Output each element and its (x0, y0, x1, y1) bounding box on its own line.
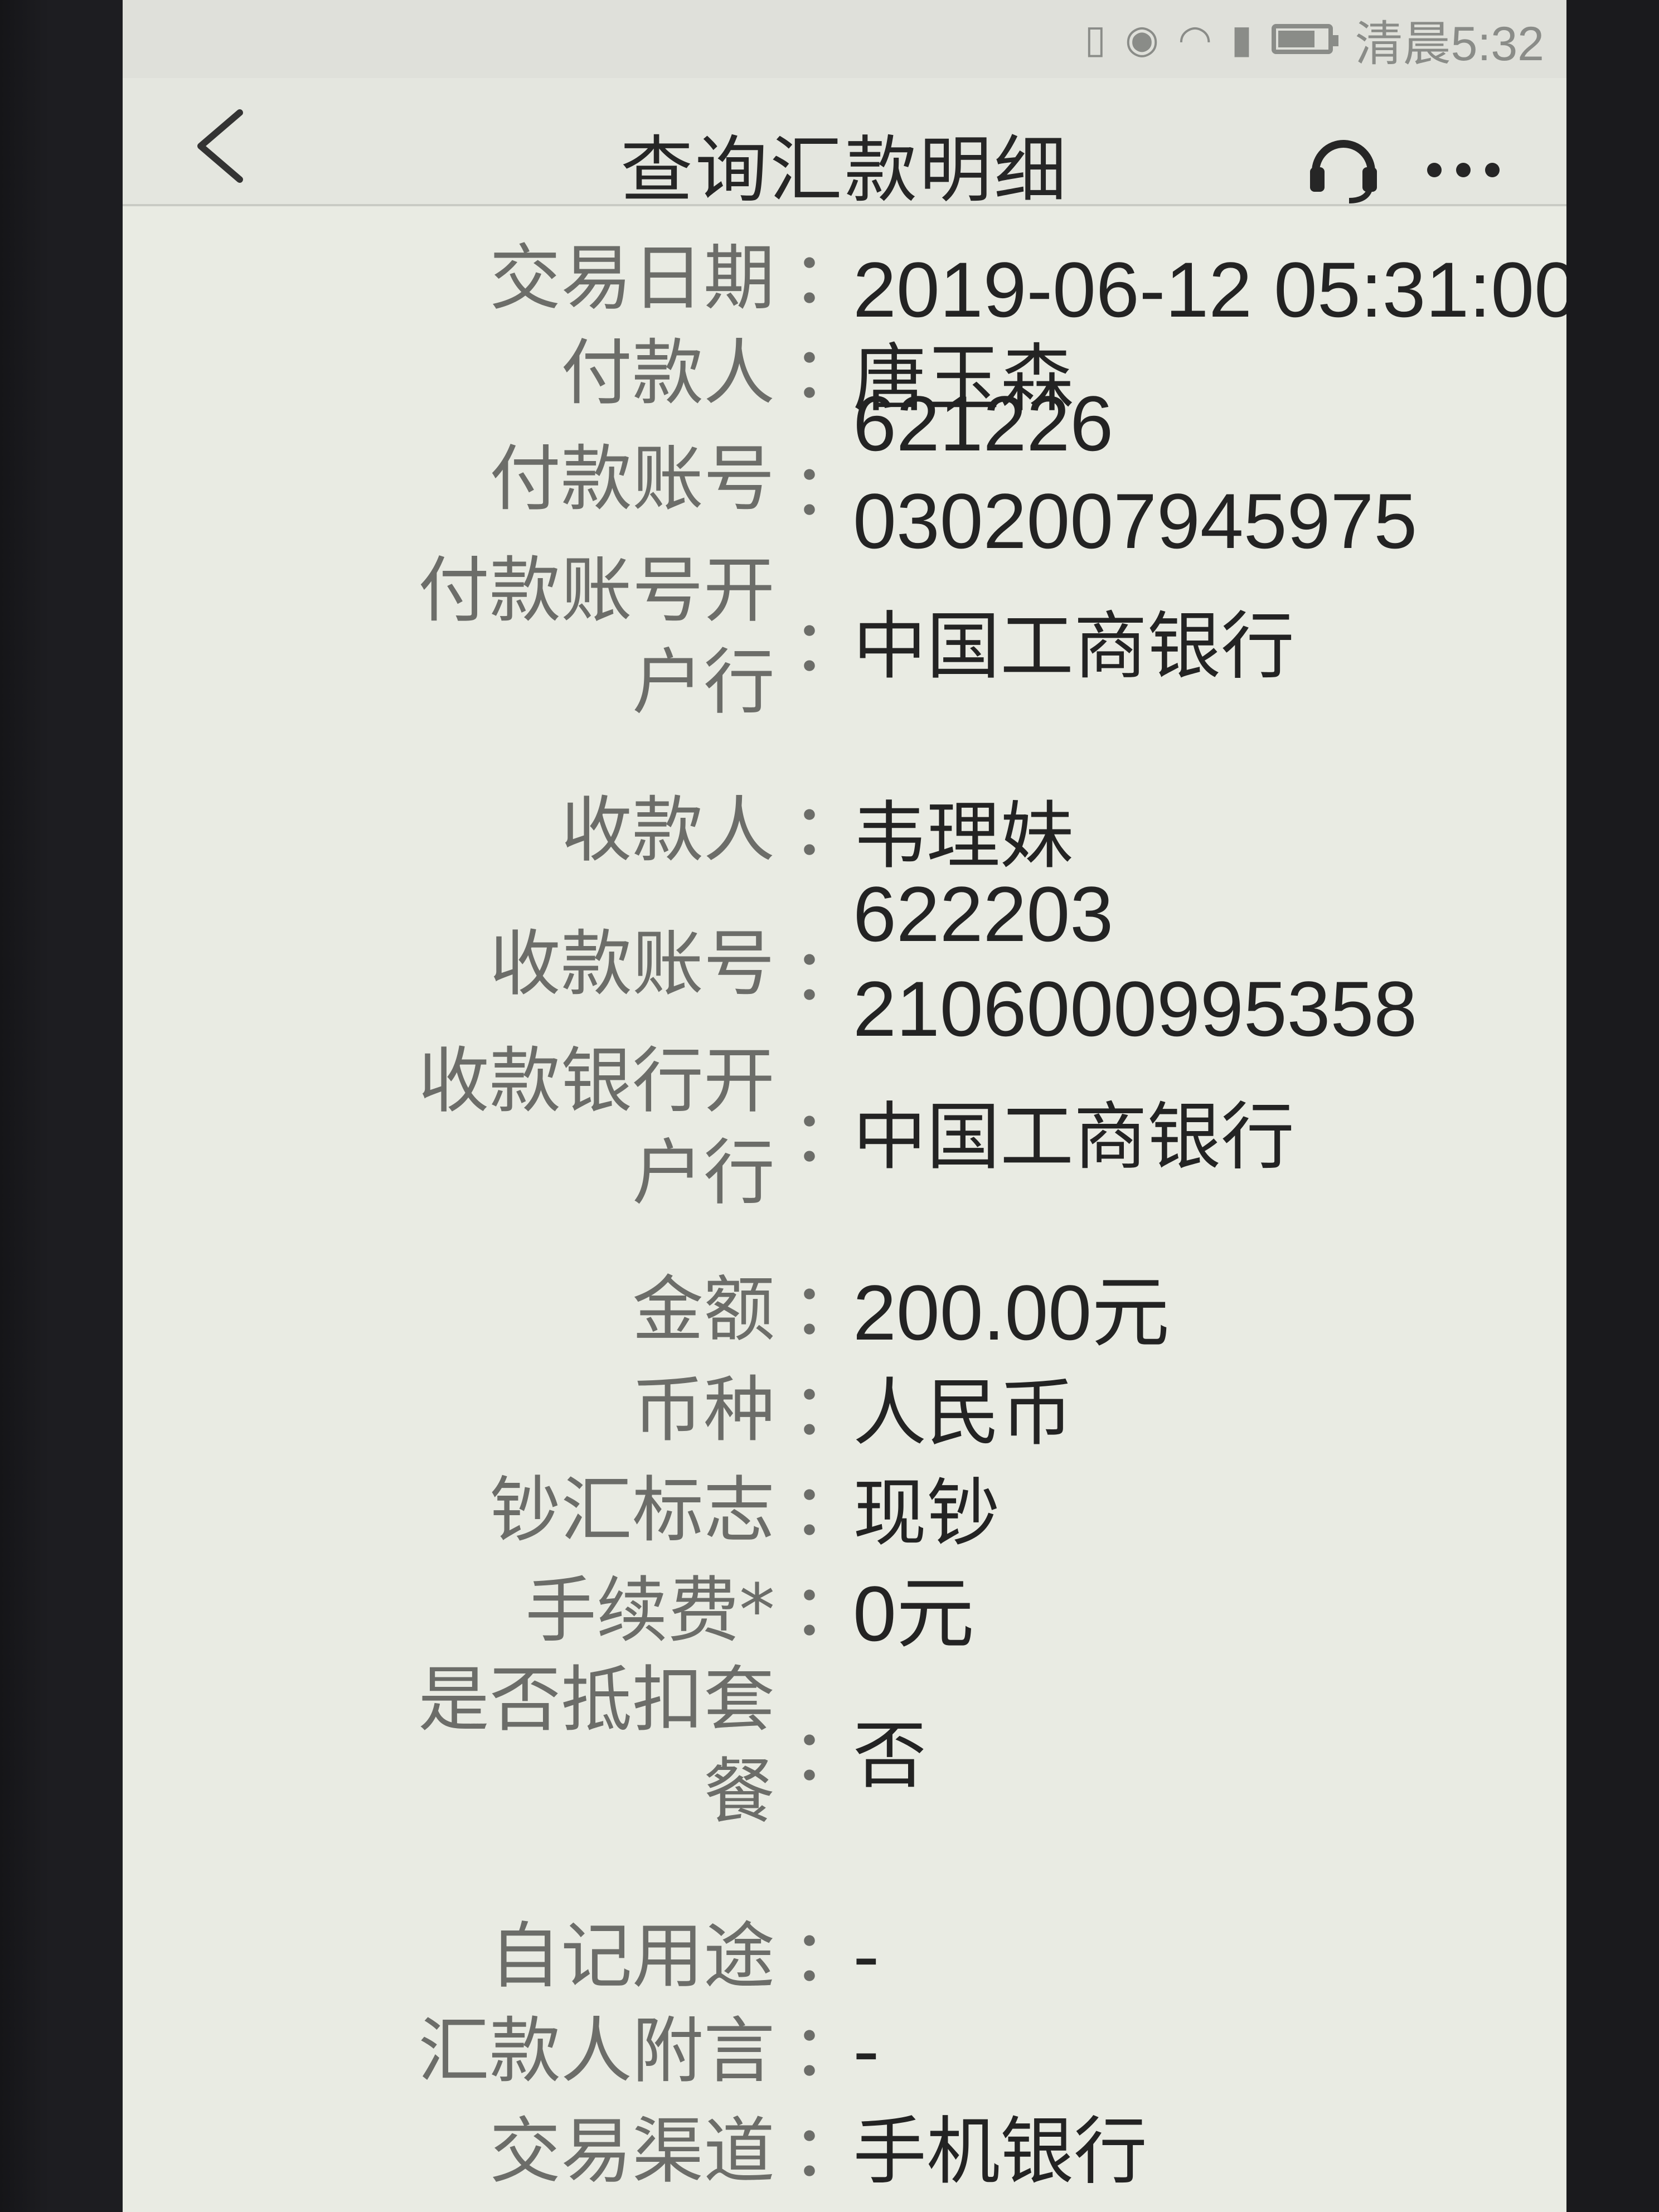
detail-value: - (853, 1914, 880, 2000)
separator: ： (792, 449, 864, 532)
status-bar: ▯ ◉ ◠ ▮ 清晨5:32 (123, 0, 1566, 78)
detail-value: 2019-06-12 05:31:00 (853, 246, 1566, 333)
detail-label: 交易渠道 (489, 2110, 775, 2193)
detail-label-line1: 是否抵扣套 (418, 1658, 775, 1742)
eye-icon: ◉ (1124, 16, 1159, 62)
detail-label: 钞汇标志 (489, 1469, 775, 1552)
separator: ： (792, 1268, 864, 1351)
detail-value-line1: 622203 (853, 870, 1114, 958)
separator: ： (792, 2010, 864, 2093)
detail-label: 汇款人附言 (418, 2010, 775, 2093)
detail-label-line2: 餐 (703, 1750, 775, 1833)
detail-value-line2: 2106000995358 (853, 965, 1418, 1052)
separator: ： (792, 1714, 864, 1797)
separator: ： (792, 1469, 864, 1552)
separator: ： (792, 1569, 864, 1652)
detail-value-line1: 621226 (853, 380, 1114, 467)
detail-value: 人民币 (853, 1370, 1074, 1456)
detail-value: 200.00元 (853, 1269, 1170, 1356)
separator: ： (792, 237, 864, 320)
status-icons: ▯ ◉ ◠ ▮ (1084, 16, 1338, 62)
wifi-icon: ◠ (1177, 16, 1212, 62)
detail-label: 金额 (632, 1268, 775, 1351)
detail-label: 交易日期 (489, 237, 775, 320)
detail-value: 0元 (853, 1570, 974, 1657)
detail-value: 否 (853, 1713, 926, 1799)
detail-value-line2: 0302007945975 (853, 477, 1418, 565)
separator: ： (792, 1095, 864, 1178)
separator: ： (792, 1369, 864, 1452)
detail-value: 现钞 (853, 1471, 1000, 1556)
separator: ： (792, 1915, 864, 1998)
detail-label: 收款账号 (489, 923, 775, 1006)
nav-bar: 查询汇款明细 (123, 78, 1566, 212)
signal-icon: ▮ (1231, 16, 1253, 62)
separator: ： (792, 605, 864, 688)
phone-frame: ▯ ◉ ◠ ▮ 清晨5:32 查询汇款明细 交易日期 ： 2019-06-12 … (0, 0, 1659, 2212)
detail-value: 韦理妹 (853, 793, 1074, 879)
detail-value: 中国工商银行 (853, 604, 1294, 690)
headset-icon[interactable] (1304, 127, 1382, 205)
separator: ： (792, 2110, 864, 2193)
detail-label-line2: 户行 (632, 641, 775, 724)
screen: ▯ ◉ ◠ ▮ 清晨5:32 查询汇款明细 交易日期 ： 2019-06-12 … (123, 0, 1566, 2212)
battery-icon (1271, 24, 1338, 54)
separator: ： (792, 934, 864, 1017)
detail-label: 币种 (632, 1369, 775, 1452)
detail-label: 收款人 (560, 789, 775, 872)
detail-label: 手续费* (525, 1569, 775, 1652)
separator: ： (792, 332, 864, 415)
more-dots-icon[interactable] (1427, 162, 1511, 178)
status-time: 清晨5:32 (1355, 17, 1544, 71)
detail-label-line1: 收款银行开 (418, 1040, 775, 1123)
detail-label-line1: 付款账号开 (418, 549, 775, 632)
detail-value: 手机银行 (853, 2109, 1147, 2195)
detail-label: 付款账号 (489, 438, 775, 521)
detail-label: 自记用途 (489, 1915, 775, 1998)
detail-value: - (853, 2009, 880, 2094)
detail-value: 中国工商银行 (853, 1094, 1294, 1180)
detail-label: 付款人 (560, 332, 775, 415)
separator: ： (792, 789, 864, 872)
sim-icon: ▯ (1084, 16, 1106, 62)
detail-label-line2: 户行 (632, 1132, 775, 1215)
